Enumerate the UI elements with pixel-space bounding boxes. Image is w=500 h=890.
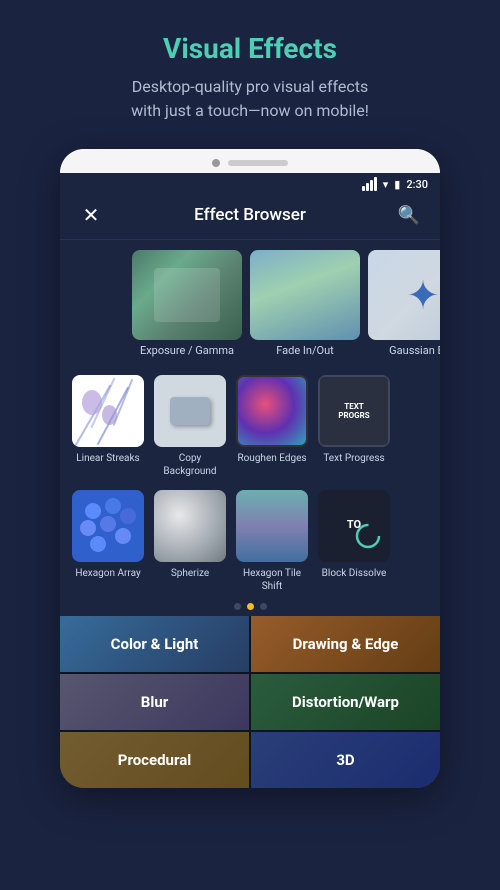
page-title: Visual Effects	[20, 32, 480, 65]
category-label-distortion: Distortion/Warp	[292, 693, 399, 711]
category-drawing-edge[interactable]: Drawing & Edge	[251, 616, 440, 672]
page-header: Visual Effects Desktop-quality pro visua…	[0, 0, 500, 139]
status-time: 2:30	[406, 178, 428, 191]
effect-label-roughen: Roughen Edges	[237, 452, 306, 465]
browser-title: Effect Browser	[194, 205, 306, 225]
category-color-light[interactable]: Color & Light	[60, 616, 249, 672]
star-shape: ✦	[406, 272, 440, 319]
big-effect-thumb-exposure	[132, 250, 242, 340]
big-effects-row: Exposure / Gamma Fade In/Out ✦	[60, 250, 440, 357]
phone-top-bar	[60, 149, 440, 173]
big-effect-label-gaussian: Gaussian Blur	[368, 344, 440, 357]
status-bar: ▾ ▮ 2:30	[60, 173, 440, 195]
phone-mockup: ▾ ▮ 2:30 ✕ Effect Browser 🔍 Exposure /	[60, 149, 440, 788]
big-effect-thumb-gaussian: ✦	[368, 250, 440, 340]
effect-label-spherize: Spherize	[171, 567, 209, 580]
page-subtitle: Desktop-quality pro visual effectswith j…	[20, 75, 480, 123]
search-button[interactable]: 🔍	[394, 205, 424, 226]
effect-label-hex-tile: Hexagon Tile Shift	[236, 567, 308, 593]
big-effect-gaussian[interactable]: ✦ Gaussian Blur	[368, 250, 440, 357]
effect-spherize[interactable]: Spherize	[154, 490, 226, 593]
big-effect-label-fade: Fade In/Out	[250, 344, 360, 357]
small-effects-row2: Hexagon Array Spherize Hexagon Tile Shif…	[60, 482, 440, 597]
category-procedural[interactable]: Procedural	[60, 732, 249, 788]
effect-block-dissolve[interactable]: TO Block Dissolve	[318, 490, 390, 593]
hexagon-svg	[78, 496, 138, 556]
wifi-icon: ▾	[383, 178, 389, 191]
dot-3[interactable]	[260, 603, 267, 610]
category-label-procedural: Procedural	[118, 751, 191, 769]
effect-copy-background[interactable]: Copy Background	[154, 375, 226, 478]
effect-label-hexagon: Hexagon Array	[75, 567, 140, 580]
big-effect-exposure[interactable]: Exposure / Gamma	[132, 250, 242, 357]
effect-label-block-dissolve: Block Dissolve	[322, 567, 387, 580]
category-grid: Color & Light Drawing & Edge Blur Distor…	[60, 616, 440, 788]
category-label-color-light: Color & Light	[111, 635, 199, 653]
category-blur[interactable]: Blur	[60, 674, 249, 730]
effect-label-linear-streaks: Linear Streaks	[76, 452, 139, 465]
effect-text-progress[interactable]: TEXT PROGRS Text Progress	[318, 375, 390, 478]
category-label-drawing-edge: Drawing & Edge	[293, 635, 399, 653]
app-content: ▾ ▮ 2:30 ✕ Effect Browser 🔍 Exposure /	[60, 173, 440, 788]
effect-roughen-edges[interactable]: Roughen Edges	[236, 375, 308, 478]
page-indicators	[60, 597, 440, 616]
dissolve-circle-svg	[354, 522, 382, 550]
effect-label-text-progress: Text Progress	[323, 452, 384, 465]
effect-hexagon-tile[interactable]: Hexagon Tile Shift	[236, 490, 308, 593]
category-label-blur: Blur	[141, 693, 168, 711]
effect-linear-streaks[interactable]: Linear Streaks	[72, 375, 144, 478]
phone-speaker	[228, 160, 288, 166]
effect-label-copy-bg: Copy Background	[154, 452, 226, 478]
close-button[interactable]: ✕	[76, 203, 106, 227]
effect-browser-bar: ✕ Effect Browser 🔍	[60, 195, 440, 240]
big-effect-fade[interactable]: Fade In/Out	[250, 250, 360, 357]
battery-icon: ▮	[394, 178, 400, 191]
big-effect-label-exposure: Exposure / Gamma	[132, 344, 242, 357]
dot-2[interactable]	[247, 603, 254, 610]
effect-hexagon-array[interactable]: Hexagon Array	[72, 490, 144, 593]
big-effects-section: Exposure / Gamma Fade In/Out ✦	[60, 240, 440, 363]
category-label-3d: 3D	[336, 751, 354, 769]
signal-icon	[362, 177, 377, 191]
category-3d[interactable]: 3D	[251, 732, 440, 788]
small-effects-row1: Linear Streaks Copy Background	[60, 363, 440, 482]
category-distortion[interactable]: Distortion/Warp	[251, 674, 440, 730]
big-effect-thumb-fade	[250, 250, 360, 340]
phone-camera	[212, 159, 220, 167]
dot-1[interactable]	[234, 603, 241, 610]
